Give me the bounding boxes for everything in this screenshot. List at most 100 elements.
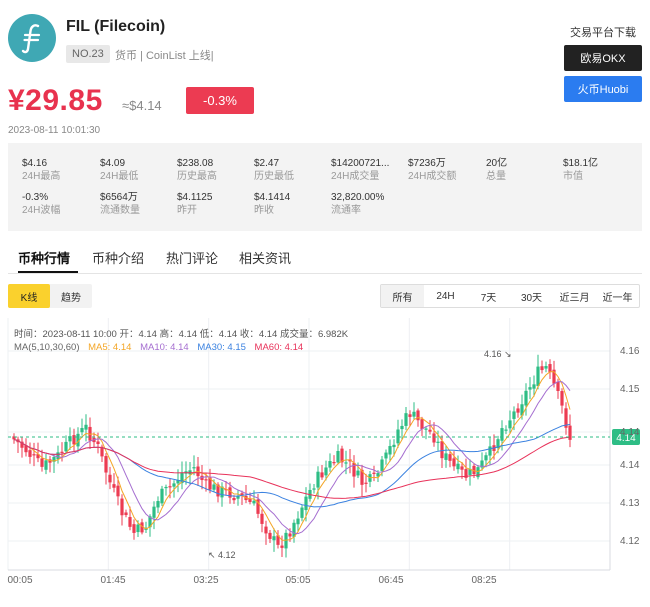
candle-body xyxy=(456,463,460,470)
ma60-line xyxy=(13,436,571,499)
candle-body xyxy=(232,498,236,501)
tab-comments[interactable]: 热门评论 xyxy=(166,248,218,267)
candle-body xyxy=(424,428,428,430)
candle-body xyxy=(324,467,328,476)
okx-download-button[interactable]: 欧易OKX xyxy=(564,45,642,71)
range-7d-button[interactable]: 7天 xyxy=(467,285,510,307)
candle-body xyxy=(448,454,452,461)
candle-body xyxy=(156,501,160,508)
candle-body xyxy=(300,507,304,518)
candle-body xyxy=(392,444,396,448)
stat-item: $4.1125 昨开 xyxy=(177,192,213,216)
candle-body xyxy=(152,506,156,518)
candle-body xyxy=(476,467,480,478)
candle-body xyxy=(452,458,456,467)
tab-intro[interactable]: 币种介绍 xyxy=(92,248,144,267)
candle-body xyxy=(428,429,432,432)
tab-news[interactable]: 相关资讯 xyxy=(239,248,291,267)
candle-body xyxy=(304,496,308,511)
candle-body xyxy=(436,441,440,443)
content-tabs: 币种行情 币种介绍 热门评论 相关资讯 xyxy=(8,246,642,274)
candle-body xyxy=(372,472,376,474)
y-tick-label: 4.16 xyxy=(620,346,640,357)
candle-body xyxy=(128,517,132,527)
candle-body xyxy=(136,524,140,533)
candle-body xyxy=(288,533,292,537)
tab-market[interactable]: 币种行情 xyxy=(18,248,70,267)
y-tick-label: 4.14 xyxy=(620,427,640,438)
price-chart[interactable]: 4.14 4.16 4.15 4.14 4.14 4.13 4.12 00:05 01:45 03… xyxy=(0,318,650,607)
kline-button[interactable]: K线 xyxy=(8,284,50,308)
candle-body xyxy=(504,429,508,431)
x-tick-label: 06:45 xyxy=(378,575,403,586)
range-1y-button[interactable]: 近一年 xyxy=(596,285,639,307)
stat-item: $18.1亿 市值 xyxy=(563,158,599,182)
range-30d-button[interactable]: 30天 xyxy=(510,285,553,307)
candle-body xyxy=(512,411,516,419)
candle-body xyxy=(268,532,272,539)
candle-body xyxy=(460,466,464,470)
candle-body xyxy=(204,479,208,481)
candle-body xyxy=(388,446,392,455)
candle-body xyxy=(160,488,164,504)
coin-name: FIL (Filecoin) xyxy=(66,18,166,35)
stats-panel: $4.16 24H最高 $4.09 24H最低 $238.08 历史最高 $2.47 历… xyxy=(8,143,642,231)
candle-body xyxy=(104,456,108,473)
range-24h-button[interactable]: 24H xyxy=(424,285,467,307)
stat-item: $4.09 24H最低 xyxy=(100,158,139,182)
x-tick-label: 05:05 xyxy=(285,575,310,586)
candle-body xyxy=(524,390,528,406)
filecoin-icon xyxy=(21,24,41,54)
x-tick-label: 01:45 xyxy=(100,575,125,586)
candle-body xyxy=(444,453,448,460)
candle-body xyxy=(28,450,32,457)
range-all-button[interactable]: 所有 xyxy=(381,285,424,307)
y-tick-label: 4.12 xyxy=(620,536,640,547)
huobi-download-button[interactable]: 火币Huobi xyxy=(564,76,642,102)
candle-body xyxy=(296,518,300,525)
stat-item: $2.47 历史最低 xyxy=(254,158,294,182)
candle-body xyxy=(212,484,216,490)
candle-body xyxy=(84,424,88,430)
stat-item: $4.16 24H最高 xyxy=(22,158,61,182)
candle-body xyxy=(332,462,336,464)
stat-item: 32,820.00% 流通率 xyxy=(331,192,385,216)
candle-body xyxy=(172,483,176,487)
candle-body xyxy=(484,455,488,461)
candle-body xyxy=(344,462,348,464)
candle-body xyxy=(356,470,360,476)
candle-body xyxy=(488,446,492,456)
rank-badge: NO.23 xyxy=(66,45,110,63)
ma-label: MA(5,10,30,60) xyxy=(14,342,80,353)
candle-body xyxy=(532,384,536,389)
min-price-marker: ↖ 4.12 xyxy=(208,550,236,560)
x-tick-label: 00:05 xyxy=(7,575,32,586)
candle-body xyxy=(168,486,172,488)
candle-body xyxy=(336,451,340,463)
candle-body xyxy=(536,366,540,387)
candle-body xyxy=(260,513,264,524)
candle-body xyxy=(416,410,420,421)
max-price-marker: 4.16 ↘ xyxy=(484,349,512,359)
stat-item: -0.3% 24H波幅 xyxy=(22,192,61,216)
candle-body xyxy=(272,536,276,541)
y-tick-label: 4.13 xyxy=(620,498,640,509)
price-usd: ≈$4.14 xyxy=(122,98,162,113)
chart-type-toggle: K线 趋势 xyxy=(8,284,92,308)
candle-body xyxy=(112,484,116,488)
candle-body xyxy=(548,364,552,373)
candle-body xyxy=(516,408,520,413)
candle-body xyxy=(56,452,60,460)
trend-button[interactable]: 趋势 xyxy=(50,284,92,308)
candle-body xyxy=(124,512,128,516)
candle-body xyxy=(264,526,268,534)
ma30-value: MA30: 4.15 xyxy=(197,342,246,353)
ma5-value: MA5: 4.14 xyxy=(88,342,132,353)
candle-body xyxy=(432,433,436,443)
stat-item: $14200721... 24H成交量 xyxy=(331,158,390,182)
candle-body xyxy=(116,485,120,497)
range-3m-button[interactable]: 近三月 xyxy=(553,285,596,307)
x-tick-label: 08:25 xyxy=(471,575,496,586)
candle-body xyxy=(440,441,444,459)
candle-body xyxy=(64,441,68,452)
